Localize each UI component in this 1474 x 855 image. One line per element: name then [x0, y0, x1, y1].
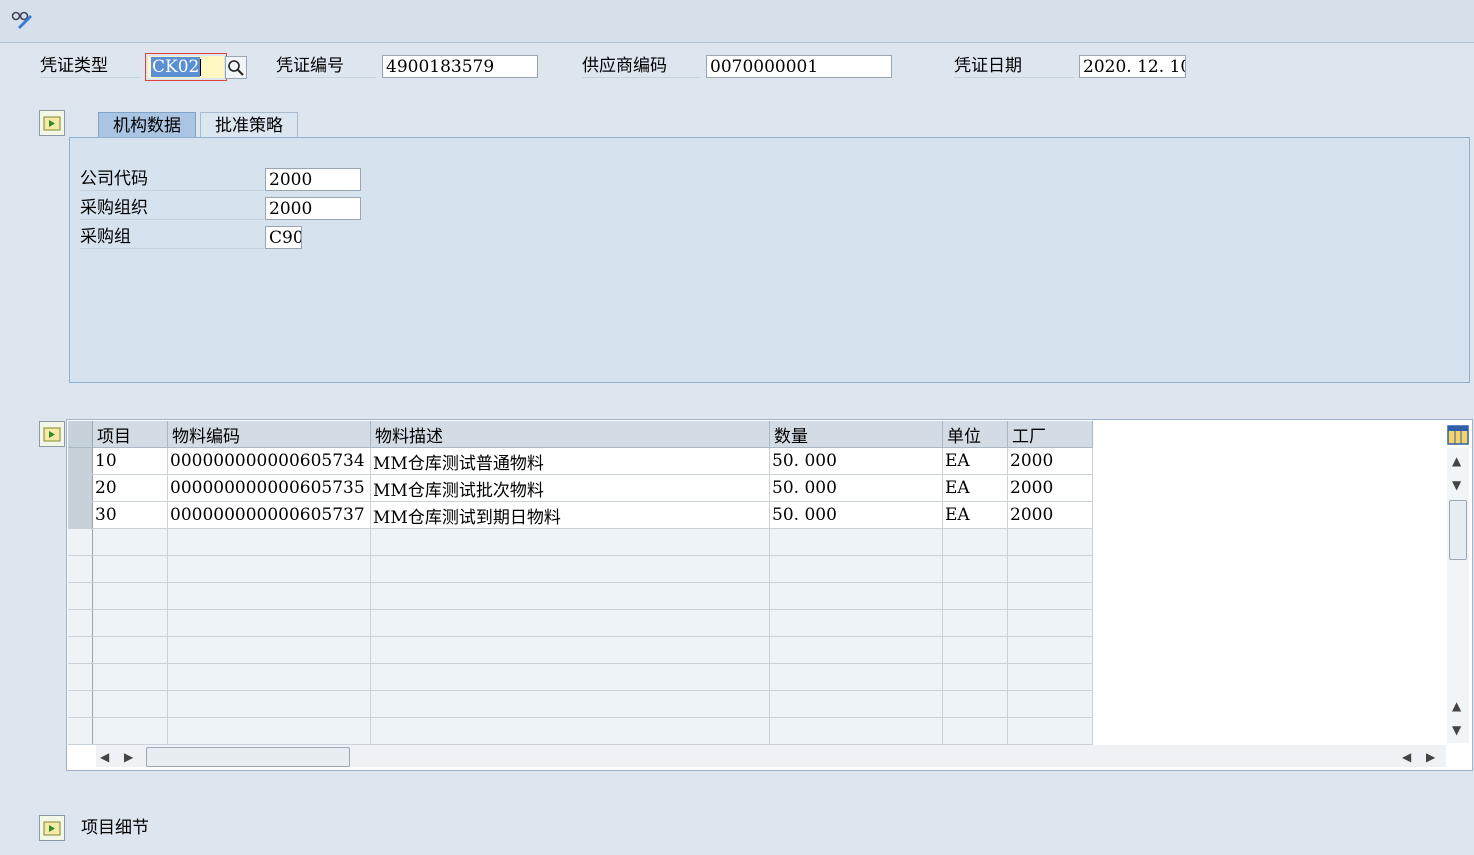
table-cell[interactable]: 20: [92, 474, 168, 502]
tab-approval-strategy[interactable]: 批准策略: [200, 112, 298, 138]
table-cell[interactable]: MM仓库测试普通物料: [370, 447, 770, 475]
purch-group-label: 采购组: [80, 226, 264, 249]
table-row[interactable]: 10 000000000000605734 MM仓库测试普通物料 50. 000…: [68, 447, 1093, 475]
row-selector[interactable]: [68, 717, 93, 745]
column-header[interactable]: 单位: [942, 421, 1008, 448]
row-selector[interactable]: [68, 663, 93, 691]
table-cell[interactable]: EA: [942, 447, 1008, 475]
item-detail-label: 项目细节: [81, 818, 149, 838]
row-selector[interactable]: [68, 528, 93, 556]
table-cell[interactable]: 2000: [1007, 474, 1093, 502]
column-header[interactable]: 物料描述: [370, 421, 770, 448]
scroll-up-icon[interactable]: ▲: [1452, 455, 1461, 467]
scroll-left-end-icon[interactable]: ◀: [1402, 751, 1411, 763]
table-row-empty[interactable]: [68, 717, 1093, 745]
table-cell[interactable]: EA: [942, 501, 1008, 529]
items-table: 项目 物料编码 物料描述 数量 单位 工厂 10 000000000000605…: [68, 421, 1093, 745]
expand-item-detail-button[interactable]: [39, 815, 65, 841]
expand-items-button[interactable]: [39, 421, 65, 447]
row-selector[interactable]: [68, 636, 93, 664]
company-code-label: 公司代码: [80, 168, 264, 191]
doc-type-label: 凭证类型: [40, 55, 140, 78]
column-header[interactable]: 项目: [92, 421, 168, 448]
page-up-icon[interactable]: ▲: [1452, 700, 1461, 712]
scroll-down-icon[interactable]: ▼: [1452, 479, 1461, 491]
table-cell[interactable]: EA: [942, 474, 1008, 502]
table-cell[interactable]: 50. 000: [769, 447, 943, 475]
row-selector[interactable]: [68, 474, 93, 502]
column-header[interactable]: 物料编码: [167, 421, 371, 448]
scroll-right-end-icon[interactable]: ▶: [1426, 751, 1435, 763]
vendor-field[interactable]: 0070000001: [706, 55, 892, 78]
table-row-empty[interactable]: [68, 555, 1093, 583]
doc-type-input[interactable]: CK02: [148, 56, 224, 78]
expand-header-button[interactable]: [39, 110, 65, 136]
select-all-cell[interactable]: [68, 421, 93, 448]
table-cell[interactable]: 2000: [1007, 501, 1093, 529]
table-row-empty[interactable]: [68, 636, 1093, 664]
search-help-icon: [228, 60, 244, 76]
table-cell[interactable]: 000000000000605735: [167, 474, 371, 502]
table-row-empty[interactable]: [68, 690, 1093, 718]
doc-type-value: CK02: [151, 57, 201, 77]
expand-collapse-icon: [43, 427, 61, 442]
table-cell[interactable]: MM仓库测试到期日物料: [370, 501, 770, 529]
doc-number-label: 凭证编号: [276, 55, 376, 78]
table-cell[interactable]: 000000000000605737: [167, 501, 371, 529]
row-selector[interactable]: [68, 447, 93, 475]
display-change-icon[interactable]: [10, 8, 34, 30]
table-row[interactable]: 30 000000000000605737 MM仓库测试到期日物料 50. 00…: [68, 501, 1093, 529]
purch-org-field[interactable]: 2000: [265, 197, 361, 220]
doc-type-field-frame: CK02: [145, 53, 227, 81]
company-code-field[interactable]: 2000: [265, 168, 361, 191]
column-header[interactable]: 数量: [769, 421, 943, 448]
layout-button[interactable]: [1446, 423, 1470, 447]
table-row-empty[interactable]: [68, 582, 1093, 610]
purch-org-label: 采购组织: [80, 197, 264, 220]
page-down-icon[interactable]: ▼: [1452, 724, 1461, 736]
expand-collapse-icon: [43, 116, 61, 131]
doc-date-label: 凭证日期: [954, 55, 1074, 78]
row-selector[interactable]: [68, 501, 93, 529]
search-help-button[interactable]: [225, 56, 247, 79]
table-row-empty[interactable]: [68, 663, 1093, 691]
table-row-empty[interactable]: [68, 609, 1093, 637]
table-cell[interactable]: 50. 000: [769, 474, 943, 502]
doc-date-field[interactable]: 2020. 12. 10: [1079, 55, 1186, 78]
column-header[interactable]: 工厂: [1007, 421, 1093, 448]
expand-collapse-icon: [43, 821, 61, 836]
vendor-label: 供应商编码: [582, 55, 700, 78]
text-cursor: [200, 59, 202, 76]
table-cell[interactable]: 2000: [1007, 447, 1093, 475]
row-selector[interactable]: [68, 690, 93, 718]
row-selector[interactable]: [68, 609, 93, 637]
table-cell[interactable]: 50. 000: [769, 501, 943, 529]
table-row-empty[interactable]: [68, 528, 1093, 556]
tab-org-data[interactable]: 机构数据: [98, 112, 196, 138]
doc-number-field[interactable]: 4900183579: [382, 55, 538, 78]
table-cell[interactable]: 30: [92, 501, 168, 529]
application-toolbar: [0, 0, 1474, 43]
purch-group-field[interactable]: C90: [265, 226, 302, 249]
scroll-right-icon[interactable]: ▶: [124, 751, 133, 763]
table-cell[interactable]: 000000000000605734: [167, 447, 371, 475]
table-cell[interactable]: MM仓库测试批次物料: [370, 474, 770, 502]
table-cell[interactable]: 10: [92, 447, 168, 475]
horizontal-scroll-thumb[interactable]: [146, 747, 350, 767]
vertical-scroll-thumb[interactable]: [1449, 500, 1467, 560]
row-selector[interactable]: [68, 555, 93, 583]
row-selector[interactable]: [68, 582, 93, 610]
table-row[interactable]: 20 000000000000605735 MM仓库测试批次物料 50. 000…: [68, 474, 1093, 502]
scroll-left-icon[interactable]: ◀: [100, 751, 109, 763]
layout-icon: [1447, 425, 1469, 445]
